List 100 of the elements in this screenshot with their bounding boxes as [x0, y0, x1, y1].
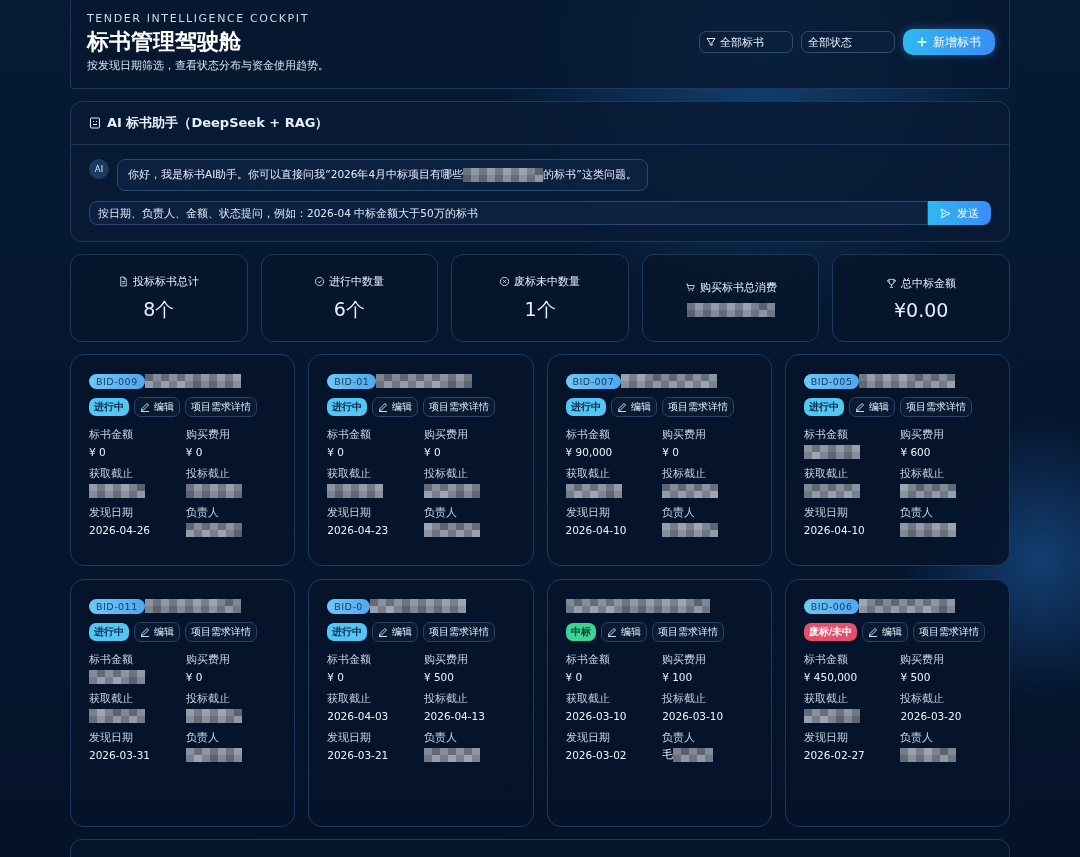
field-label: 负责人 [185, 731, 220, 745]
field-value: 毛 [662, 748, 674, 762]
field-label: 负责人 [423, 731, 458, 745]
edit-button[interactable]: 编辑 [862, 622, 909, 642]
message-text: 的标书”这类问题。 [543, 168, 637, 182]
field-label: 发现日期 [89, 731, 134, 745]
message-text: 你好，我是标书AI助手。你可以直接问我“2026年4月中标项目有哪些 [128, 168, 464, 182]
edit-button[interactable]: 编辑 [134, 622, 180, 642]
question-input[interactable]: 按日期、负责人、金额、状态提问，例如：2026-04 中标金额大于50万的标书 [89, 201, 928, 225]
field-value: ¥ 0 [327, 446, 344, 458]
field-value: 2026-04-13 [423, 710, 485, 722]
bid-tag: BID-01 [327, 373, 377, 389]
field-label: 负责人 [900, 506, 935, 520]
field-value: ¥ 0 [423, 446, 441, 458]
field-label: 投标截止 [900, 692, 946, 706]
stat-value: 1个 [524, 296, 556, 322]
page-subtitle: 按发现日期筛选，查看状态分布与资金使用趋势。 [87, 58, 330, 73]
edit-button[interactable]: 编辑 [372, 397, 419, 417]
bid-tag: BID-011 [89, 598, 145, 614]
field-label: 购买费用 [185, 653, 231, 667]
details-button[interactable]: 项目需求详情 [913, 622, 986, 642]
field-value: 2026-04-10 [803, 524, 865, 536]
field-label: 负责人 [662, 731, 697, 745]
field-label: 购买费用 [662, 653, 708, 667]
field-label: 标书金额 [89, 653, 134, 667]
field-label: 获取截止 [327, 692, 373, 706]
field-value: 2026-04-26 [89, 524, 151, 536]
field-value: ¥ 0 [185, 446, 203, 458]
field-label: 发现日期 [327, 506, 373, 520]
field-label: 投标截止 [423, 692, 469, 706]
document-icon [118, 275, 130, 287]
status-badge: 进行中 [327, 623, 368, 641]
field-value: 2026-04-03 [327, 710, 389, 722]
page-title: 标书管理驾驶舱 [87, 27, 242, 56]
field-label: 获取截止 [89, 692, 134, 706]
bid-tag: BID-009 [89, 373, 145, 389]
details-button[interactable]: 项目需求详情 [661, 397, 734, 417]
field-label: 标书金额 [89, 428, 134, 442]
stat-label: 废标未中数量 [514, 273, 581, 289]
field-label: 获取截止 [565, 467, 611, 481]
edit-button[interactable]: 编辑 [372, 622, 419, 642]
status-badge: 进行中 [327, 398, 368, 416]
field-value: 2026-04-10 [565, 524, 627, 536]
field-value: ¥ 0 [89, 446, 106, 458]
stat-label: 总中标金额 [901, 275, 957, 291]
field-value: ¥ 0 [565, 671, 583, 683]
stat-value: 6个 [333, 296, 365, 322]
field-label: 投标截止 [423, 467, 469, 481]
edit-button[interactable]: 编辑 [848, 397, 895, 417]
check-circle-icon [314, 275, 326, 287]
bid-tag: BID-007 [565, 373, 622, 389]
bid-tag: BID-006 [803, 598, 860, 614]
field-label: 投标截止 [662, 692, 708, 706]
field-label: 购买费用 [185, 428, 231, 442]
field-label: 获取截止 [803, 467, 849, 481]
pencil-icon [616, 402, 627, 412]
edit-button[interactable]: 编辑 [134, 397, 180, 417]
pencil-icon [378, 402, 389, 412]
field-label: 购买费用 [900, 653, 946, 667]
field-label: 负责人 [185, 506, 220, 520]
field-label: 购买费用 [900, 428, 946, 442]
field-label: 投标截止 [185, 467, 231, 481]
field-label: 发现日期 [327, 731, 373, 745]
stat-label: 购买标书总消费 [699, 279, 777, 295]
details-button[interactable]: 项目需求详情 [899, 397, 972, 417]
edit-button[interactable]: 编辑 [610, 397, 657, 417]
edit-button[interactable]: 编辑 [600, 622, 647, 642]
stat-value: ¥0.00 [894, 298, 949, 321]
bid-tag: BID-0 [327, 598, 370, 614]
pencil-icon [854, 402, 865, 412]
field-label: 投标截止 [662, 467, 708, 481]
field-label: 获取截止 [803, 692, 849, 706]
bid-tag: BID-005 [803, 373, 860, 389]
field-label: 标书金额 [565, 428, 611, 442]
field-value: ¥ 0 [327, 671, 344, 683]
filter-dropdown[interactable]: 全部标书 [699, 31, 793, 53]
field-label: 获取截止 [327, 467, 373, 481]
field-label: 发现日期 [565, 506, 611, 520]
field-value: ¥ 500 [423, 671, 454, 683]
details-button[interactable]: 项目需求详情 [185, 397, 257, 417]
eyebrow-text: TENDER INTELLIGENCE COCKPIT [87, 11, 310, 25]
stat-value: 8个 [143, 296, 175, 322]
field-label: 发现日期 [803, 731, 849, 745]
details-button[interactable]: 项目需求详情 [423, 622, 496, 642]
field-label: 获取截止 [89, 467, 134, 481]
field-value: ¥ 90,000 [565, 446, 613, 458]
stat-label: 进行中数量 [329, 273, 385, 289]
details-button[interactable]: 项目需求详情 [423, 397, 496, 417]
assistant-avatar: AI [89, 159, 109, 179]
status-badge: 废标/未中 [803, 623, 858, 641]
filter-dropdown[interactable]: 全部状态 [801, 31, 895, 53]
field-label: 投标截止 [185, 692, 231, 706]
status-badge: 进行中 [89, 398, 129, 416]
cross-circle-icon [499, 275, 511, 287]
pencil-icon [606, 627, 617, 637]
field-label: 负责人 [900, 731, 935, 745]
pencil-icon [868, 627, 879, 637]
details-button[interactable]: 项目需求详情 [185, 622, 257, 642]
details-button[interactable]: 项目需求详情 [651, 622, 724, 642]
field-label: 获取截止 [565, 692, 611, 706]
